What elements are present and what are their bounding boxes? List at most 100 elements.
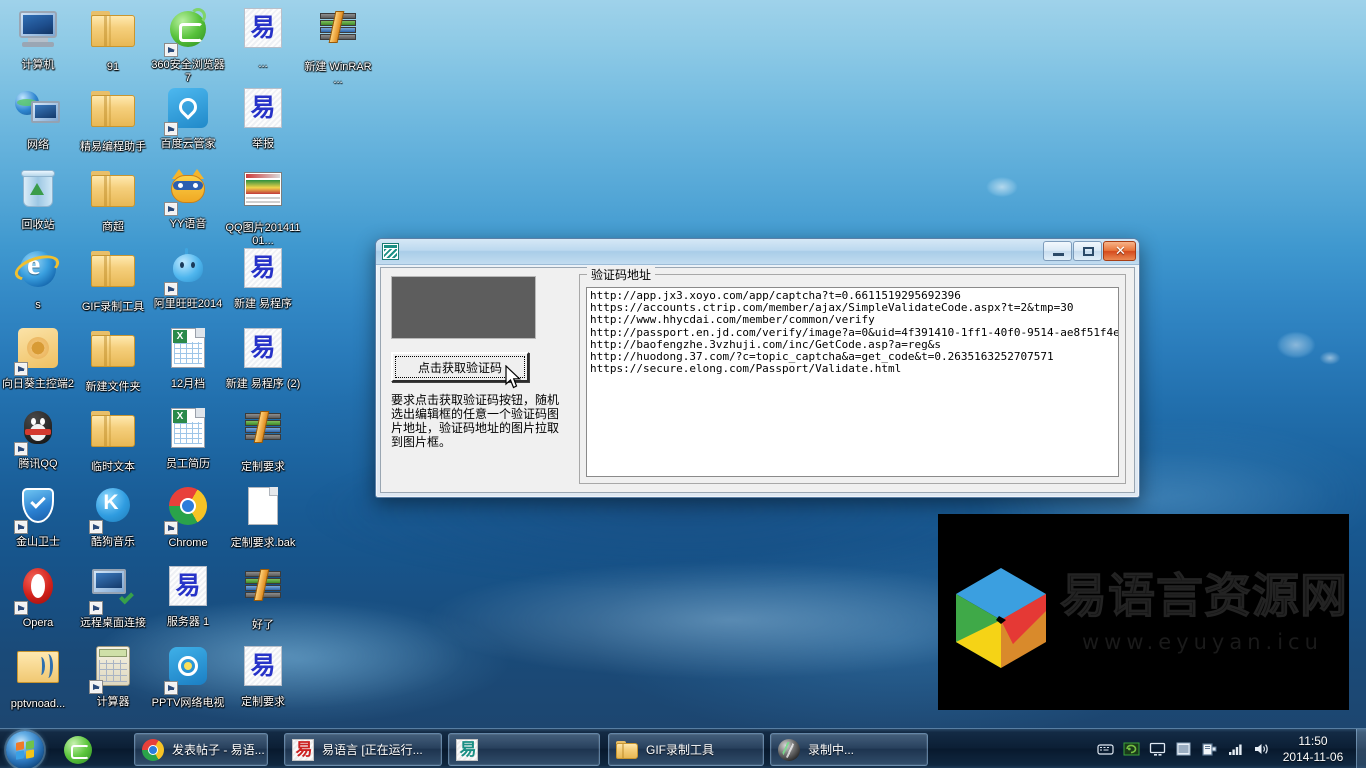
volume-icon[interactable]: [1253, 741, 1270, 757]
taskbar-task-button[interactable]: GIF录制工具: [608, 733, 764, 766]
taskbar-clock[interactable]: 11:50 2014-11-06: [1274, 733, 1352, 765]
taskbar-task-label: 录制中...: [808, 743, 855, 757]
desktop-icon-label: 临时文本: [91, 461, 135, 473]
kugou-icon: K: [89, 486, 137, 534]
window-list-icon[interactable]: [1175, 741, 1192, 757]
monitor-icon: [14, 9, 62, 57]
desktop-icon[interactable]: 商超: [75, 164, 151, 234]
desktop-icon[interactable]: 新建 WinRAR ...: [300, 4, 376, 87]
desktop-icon[interactable]: 阿里旺旺2014: [150, 244, 226, 311]
desktop-icon-label: s: [35, 299, 41, 311]
desktop-icon[interactable]: 远程桌面连接: [75, 562, 151, 630]
picture-icon: [239, 172, 287, 220]
desktop-icon[interactable]: 易举报: [225, 84, 301, 151]
display-icon[interactable]: [1149, 741, 1166, 757]
desktop-icon[interactable]: 计算机: [0, 4, 76, 72]
taskbar-task-button[interactable]: 易: [448, 733, 600, 766]
desktop-icon-label: 91: [106, 61, 120, 73]
desktop-icon[interactable]: Opera: [0, 562, 76, 630]
mouse-cursor: [505, 365, 522, 389]
captcha-app-window[interactable]: ✕ 点击获取验证码 要求点击获取验证码按钮，随机选出编辑框的任意一个验证码图片地…: [375, 238, 1140, 498]
desktop-icon-label: Chrome: [168, 537, 208, 549]
shield-icon: [14, 486, 62, 534]
desktop-icon[interactable]: 易新建 易程序: [225, 244, 301, 311]
nvidia-icon[interactable]: [1123, 741, 1140, 757]
minimize-button[interactable]: [1043, 241, 1072, 261]
desktop-icon[interactable]: 易服务器 1: [150, 562, 226, 629]
desktop-icon-label: 精易编程助手: [80, 141, 146, 153]
taskbar-task-button[interactable]: 发表帖子 - 易语...: [134, 733, 268, 766]
desktop-icon[interactable]: Chrome: [150, 482, 226, 550]
desktop-icon[interactable]: s: [0, 244, 76, 312]
desktop-icon[interactable]: 360安全浏览器7: [150, 4, 226, 85]
eyuyan-teal-icon: 易: [456, 738, 478, 761]
desktop-icon[interactable]: YY语音: [150, 164, 226, 231]
ie-icon: [11, 248, 63, 297]
shortcut-arrow-icon: [164, 521, 178, 535]
captcha-picture-box[interactable]: [391, 276, 536, 339]
maximize-button[interactable]: [1073, 241, 1102, 261]
window-controls[interactable]: ✕: [1043, 241, 1136, 261]
watermark-title: 易语言资源网: [1060, 569, 1348, 624]
document-icon: [239, 487, 287, 535]
folder-icon: [89, 91, 137, 139]
excel-icon: X: [164, 328, 212, 376]
epgm-icon: 易: [164, 566, 212, 614]
desktop-icon[interactable]: QQ图片20141101...: [225, 164, 301, 248]
quicklaunch-360-browser[interactable]: [56, 733, 98, 767]
taskbar-task-button[interactable]: 录制中...: [770, 733, 928, 766]
rdp-icon: [89, 567, 137, 615]
desktop-icon[interactable]: 金山卫士: [0, 482, 76, 549]
desktop-icon[interactable]: 向日葵主控端2: [0, 324, 76, 391]
desktop-icon[interactable]: 回收站: [0, 164, 76, 232]
desktop-icon[interactable]: GIF录制工具: [75, 244, 151, 314]
desktop-icon[interactable]: 临时文本: [75, 404, 151, 474]
desktop-icon-label: 商超: [102, 221, 124, 233]
groupbox-title: 验证码地址: [587, 266, 656, 283]
desktop-icon[interactable]: pptvnoad...: [0, 642, 76, 711]
taskbar-task-button[interactable]: 易易语言 [正在运行...: [284, 733, 442, 766]
desktop-icon[interactable]: 新建文件夹: [75, 324, 151, 394]
desktop-icon[interactable]: 定制要求.bak: [225, 482, 301, 550]
desktop-icon[interactable]: 计算器: [75, 642, 151, 709]
desktop-icon[interactable]: K 酷狗音乐: [75, 482, 151, 549]
desktop-icon[interactable]: 91: [75, 4, 151, 74]
get-captcha-button-label: 点击获取验证码: [417, 360, 502, 375]
desktop-icon[interactable]: X 员工简历: [150, 404, 226, 471]
desktop-icon[interactable]: 定制要求: [225, 404, 301, 474]
desktop-icon-label: 阿里旺旺2014: [153, 298, 223, 310]
desktop-icon[interactable]: 精易编程助手: [75, 84, 151, 154]
browser-360-icon: [64, 736, 92, 764]
desktop-icon[interactable]: 易新建 易程序 (2): [225, 324, 301, 391]
desktop-icon[interactable]: 网络: [0, 84, 76, 152]
desktop-icon-label: ...: [258, 58, 268, 70]
window-titlebar[interactable]: ✕: [376, 239, 1139, 265]
recorder-icon: [778, 738, 800, 761]
desktop-icon-label: 12月档: [170, 378, 206, 390]
desktop-icon[interactable]: 好了: [225, 562, 301, 632]
qq-icon: [14, 408, 62, 456]
show-desktop-button[interactable]: [1356, 729, 1366, 768]
desktop-icon-label: 酷狗音乐: [91, 536, 135, 548]
recycle-icon: [14, 169, 62, 217]
desktop-icon-label: 员工简历: [166, 458, 210, 470]
keyboard-icon[interactable]: [1097, 741, 1114, 757]
close-button[interactable]: ✕: [1103, 241, 1136, 261]
desktop-icon[interactable]: 易定制要求: [225, 642, 301, 709]
desktop-icon[interactable]: X 12月档: [150, 324, 226, 391]
desktop-icon[interactable]: 百度云管家: [150, 84, 226, 151]
network-signal-icon[interactable]: [1227, 741, 1244, 757]
eyuyan-icon: [382, 243, 399, 260]
desktop-icon-label: 服务器 1: [166, 616, 210, 628]
browser360-icon: [164, 8, 212, 57]
captcha-url-textbox[interactable]: http://app.jx3.xoyo.com/app/captcha?t=0.…: [586, 287, 1119, 477]
shortcut-arrow-icon: [14, 520, 28, 534]
desktop-icon[interactable]: PPTV网络电视: [150, 642, 226, 710]
taskbar-task-label: 易语言 [正在运行...: [322, 743, 423, 757]
desktop-icon[interactable]: 易...: [225, 4, 301, 71]
desktop-icon-label: pptvnoad...: [10, 698, 66, 710]
start-button[interactable]: [2, 727, 50, 768]
winrar-icon: [239, 411, 287, 459]
desktop-icon[interactable]: 腾讯QQ: [0, 404, 76, 471]
flash-drive-icon[interactable]: [1201, 741, 1218, 757]
